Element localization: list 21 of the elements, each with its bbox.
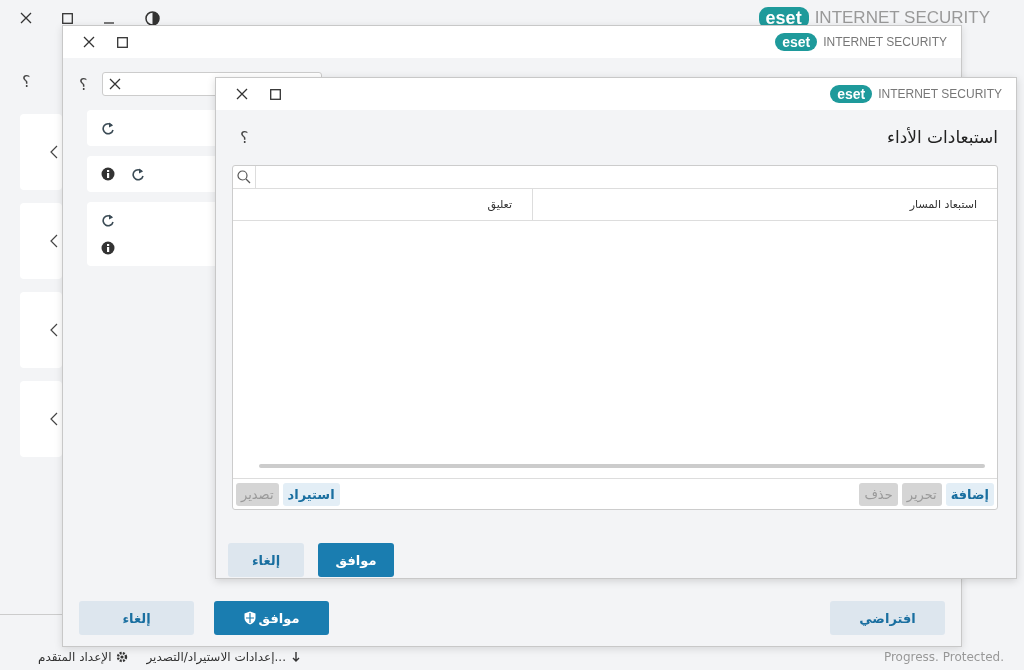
toolbar-button[interactable]: إضافة: [945, 482, 994, 506]
eset-logo: eset: [775, 33, 818, 51]
footer-link[interactable]: إعدادات الاستيراد/التصدير...: [146, 650, 286, 664]
footer-link[interactable]: الإعداد المتقدم: [38, 650, 112, 664]
help-icon[interactable]: ؟: [240, 127, 249, 147]
ok-button[interactable]: موافق: [318, 543, 394, 577]
help-icon[interactable]: ؟: [20, 44, 31, 101]
cancel-button[interactable]: إلغاء: [228, 543, 304, 577]
column-header[interactable]: تعليق: [233, 189, 533, 220]
cancel-button[interactable]: إلغاء: [79, 601, 194, 635]
ok-button[interactable]: موافق: [214, 601, 329, 635]
help-icon[interactable]: ؟: [79, 74, 88, 94]
product-name: INTERNET SECURITY: [823, 35, 947, 49]
product-name: INTERNET SECURITY: [878, 87, 1002, 101]
dialog-title: استبعادات الأداء: [887, 127, 998, 147]
column-header[interactable]: استبعاد المسار: [533, 189, 997, 220]
eset-logo: eset: [830, 85, 873, 103]
status-text: Progress. Protected.: [883, 650, 1004, 664]
product-name: INTERNET SECURITY: [814, 8, 990, 28]
default-button[interactable]: افتراضي: [830, 601, 945, 635]
toolbar-button[interactable]: استيراد: [282, 482, 340, 506]
